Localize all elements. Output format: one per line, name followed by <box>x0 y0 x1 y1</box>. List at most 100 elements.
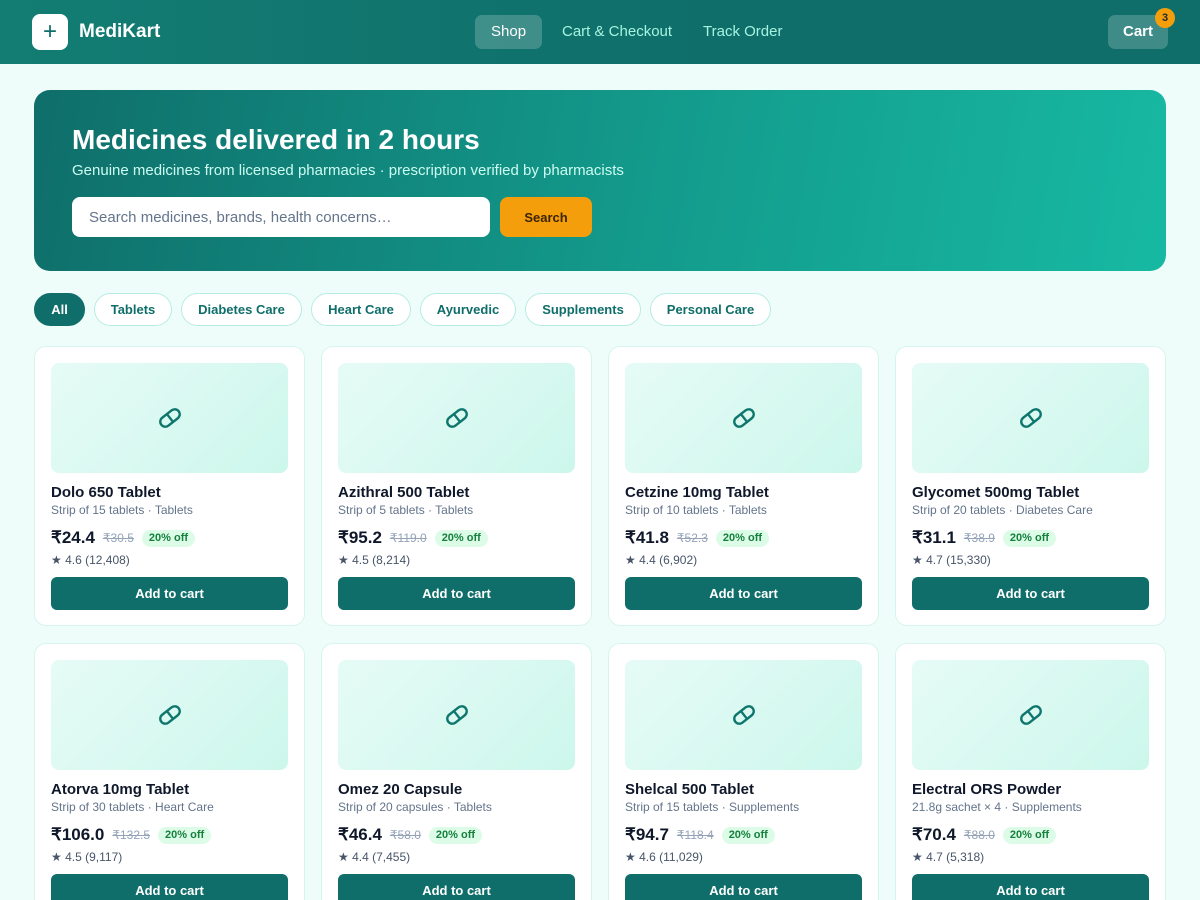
pill-icon <box>1020 408 1042 428</box>
product-image[interactable] <box>912 363 1149 473</box>
product-price: ₹46.4 <box>338 825 382 844</box>
category-chip-all[interactable]: All <box>34 293 85 326</box>
discount-badge: 20% off <box>721 826 775 844</box>
product-image[interactable] <box>51 363 288 473</box>
product-rating: ★ 4.7 (5,318) <box>912 850 985 864</box>
price-row: ₹95.2 ₹119.0 20% off <box>338 527 488 549</box>
product-pack-info: Strip of 20 tablets · Diabetes Care <box>912 503 1093 517</box>
category-chip-personal-care[interactable]: Personal Care <box>650 293 771 326</box>
product-card: Azithral 500 Tablet Strip of 5 tablets ·… <box>321 346 592 626</box>
category-chip-ayurvedic[interactable]: Ayurvedic <box>420 293 516 326</box>
top-navigation-bar: + MediKart Shop Cart & Checkout Track Or… <box>0 0 1200 64</box>
nav-track-order[interactable]: Track Order <box>687 15 798 49</box>
category-chip-heart-care[interactable]: Heart Care <box>311 293 411 326</box>
discount-badge: 20% off <box>428 826 483 844</box>
product-image[interactable] <box>625 660 862 770</box>
product-name[interactable]: Cetzine 10mg Tablet <box>625 484 769 502</box>
pill-icon <box>159 705 181 725</box>
product-name[interactable]: Electral ORS Powder <box>912 781 1061 799</box>
product-card: Shelcal 500 Tablet Strip of 15 tablets ·… <box>608 643 879 900</box>
add-to-cart-button[interactable]: Add to cart <box>912 577 1149 610</box>
product-rating: ★ 4.6 (11,029) <box>625 850 703 864</box>
add-to-cart-button[interactable]: Add to cart <box>625 577 862 610</box>
add-to-cart-button[interactable]: Add to cart <box>625 874 862 900</box>
add-to-cart-button[interactable]: Add to cart <box>338 577 575 610</box>
category-chip-supplements[interactable]: Supplements <box>525 293 641 326</box>
discount-badge: 20% off <box>158 826 212 844</box>
pill-icon <box>733 705 755 725</box>
product-pack-info: Strip of 20 capsules · Tablets <box>338 800 492 814</box>
cart-count-badge: 3 <box>1155 8 1175 28</box>
add-to-cart-button[interactable]: Add to cart <box>51 874 288 900</box>
brand-name[interactable]: MediKart <box>79 20 160 44</box>
discount-badge: 20% off <box>1002 826 1057 844</box>
product-pack-info: Strip of 5 tablets · Tablets <box>338 503 474 517</box>
product-image[interactable] <box>912 660 1149 770</box>
hero-subtitle: Genuine medicines from licensed pharmaci… <box>72 162 624 179</box>
product-image[interactable] <box>338 660 575 770</box>
product-rating: ★ 4.6 (12,408) <box>51 553 130 567</box>
product-mrp: ₹118.4 <box>676 828 714 842</box>
price-row: ₹106.0 ₹132.5 20% off <box>51 824 212 846</box>
product-rating: ★ 4.7 (15,330) <box>912 553 991 567</box>
price-row: ₹31.1 ₹38.9 20% off <box>912 527 1057 549</box>
discount-badge: 20% off <box>141 529 196 547</box>
product-card: Electral ORS Powder 21.8g sachet × 4 · S… <box>895 643 1166 900</box>
product-name[interactable]: Azithral 500 Tablet <box>338 484 469 502</box>
pill-icon <box>446 408 468 428</box>
product-mrp: ₹119.0 <box>389 531 427 545</box>
pill-icon <box>446 705 468 725</box>
pill-icon <box>733 408 755 428</box>
hero-title: Medicines delivered in 2 hours <box>72 124 480 155</box>
product-pack-info: Strip of 30 tablets · Heart Care <box>51 800 214 814</box>
price-row: ₹70.4 ₹88.0 20% off <box>912 824 1057 846</box>
discount-badge: 20% off <box>715 529 770 547</box>
product-name[interactable]: Glycomet 500mg Tablet <box>912 484 1079 502</box>
product-pack-info: Strip of 10 tablets · Tablets <box>625 503 767 517</box>
add-to-cart-button[interactable]: Add to cart <box>912 874 1149 900</box>
search-button[interactable]: Search <box>500 197 592 237</box>
product-price: ₹106.0 <box>51 825 105 844</box>
product-price: ₹70.4 <box>912 825 956 844</box>
search-input[interactable] <box>72 197 490 237</box>
product-card: Glycomet 500mg Tablet Strip of 20 tablet… <box>895 346 1166 626</box>
category-chip-diabetes-care[interactable]: Diabetes Care <box>181 293 302 326</box>
product-mrp: ₹132.5 <box>112 828 151 842</box>
pill-icon <box>159 408 181 428</box>
price-row: ₹94.7 ₹118.4 20% off <box>625 824 775 846</box>
product-card: Cetzine 10mg Tablet Strip of 10 tablets … <box>608 346 879 626</box>
product-name[interactable]: Omez 20 Capsule <box>338 781 462 799</box>
product-image[interactable] <box>625 363 862 473</box>
add-to-cart-button[interactable]: Add to cart <box>338 874 575 900</box>
product-pack-info: Strip of 15 tablets · Supplements <box>625 800 800 814</box>
price-row: ₹41.8 ₹52.3 20% off <box>625 527 770 549</box>
discount-badge: 20% off <box>434 529 488 547</box>
product-name[interactable]: Dolo 650 Tablet <box>51 484 161 502</box>
product-image[interactable] <box>51 660 288 770</box>
product-name[interactable]: Atorva 10mg Tablet <box>51 781 189 799</box>
product-card: Dolo 650 Tablet Strip of 15 tablets · Ta… <box>34 346 305 626</box>
product-price: ₹31.1 <box>912 528 956 547</box>
plus-logo-icon[interactable]: + <box>32 14 68 50</box>
product-rating: ★ 4.5 (9,117) <box>51 850 123 864</box>
category-chip-tablets[interactable]: Tablets <box>94 293 172 326</box>
product-image[interactable] <box>338 363 575 473</box>
product-mrp: ₹38.9 <box>963 531 995 545</box>
product-card: Omez 20 Capsule Strip of 20 capsules · T… <box>321 643 592 900</box>
nav-shop[interactable]: Shop <box>475 15 543 49</box>
product-rating: ★ 4.4 (7,455) <box>338 850 411 864</box>
product-rating: ★ 4.4 (6,902) <box>625 553 698 567</box>
product-mrp: ₹88.0 <box>963 828 995 842</box>
product-price: ₹94.7 <box>625 825 669 844</box>
product-rating: ★ 4.5 (8,214) <box>338 553 411 567</box>
product-price: ₹95.2 <box>338 528 382 547</box>
product-name[interactable]: Shelcal 500 Tablet <box>625 781 754 799</box>
discount-badge: 20% off <box>1002 529 1057 547</box>
add-to-cart-button[interactable]: Add to cart <box>51 577 288 610</box>
price-row: ₹46.4 ₹58.0 20% off <box>338 824 483 846</box>
nav-cart-checkout[interactable]: Cart & Checkout <box>546 15 688 49</box>
product-mrp: ₹30.5 <box>102 531 134 545</box>
product-pack-info: 21.8g sachet × 4 · Supplements <box>912 800 1082 814</box>
pill-icon <box>1020 705 1042 725</box>
product-pack-info: Strip of 15 tablets · Tablets <box>51 503 193 517</box>
